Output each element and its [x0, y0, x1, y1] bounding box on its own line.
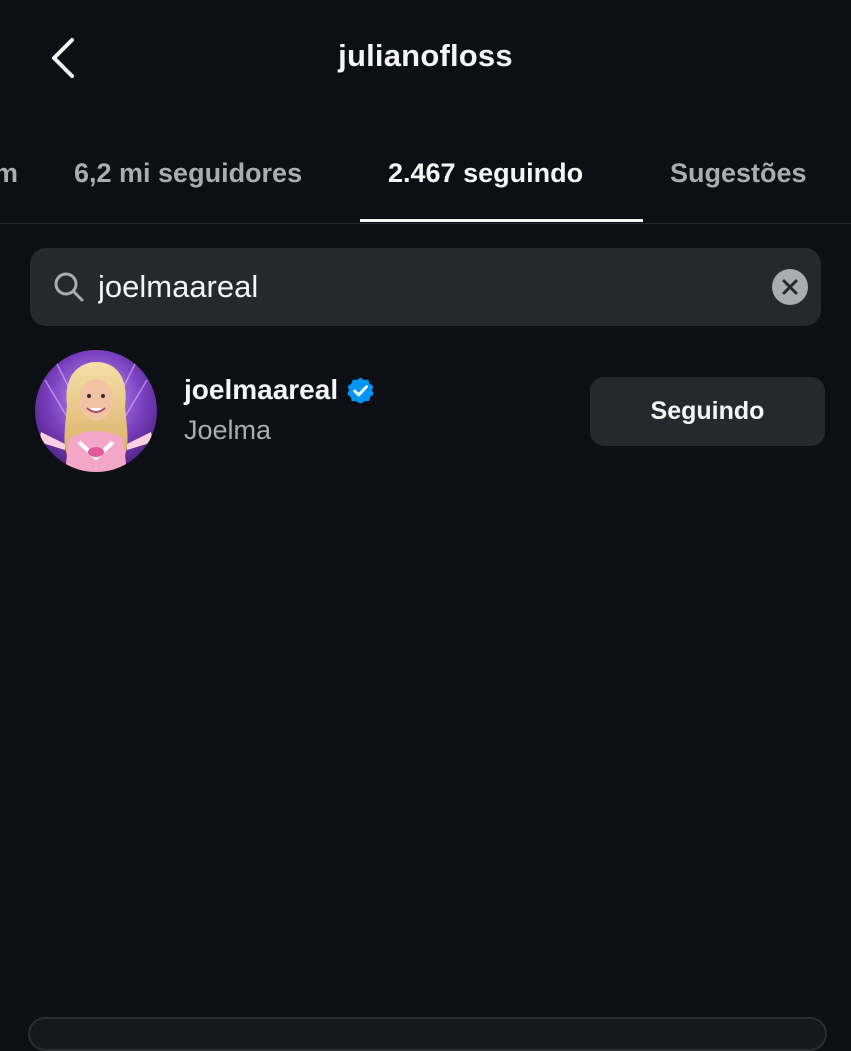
close-icon [782, 279, 798, 295]
verified-badge-icon [346, 376, 375, 405]
page-title: julianofloss [338, 38, 513, 73]
avatar[interactable] [35, 350, 157, 472]
search-bar[interactable] [30, 248, 821, 326]
search-icon [52, 270, 86, 304]
username-line: joelmaareal [184, 374, 375, 406]
tab-partial[interactable]: m [0, 158, 18, 189]
list-item[interactable]: joelmaareal Joelma Seguindo [0, 346, 851, 478]
tab-bar: m 6,2 mi seguidores 2.467 seguindo Suges… [0, 140, 851, 224]
search-input[interactable] [98, 258, 718, 316]
bottom-sheet-handle [28, 1017, 827, 1051]
top-app-bar: julianofloss [0, 0, 851, 118]
tab-followers[interactable]: 6,2 mi seguidores [74, 158, 302, 189]
tab-following[interactable]: 2.467 seguindo [388, 158, 583, 189]
tab-suggestions[interactable]: Sugestões [670, 158, 807, 189]
username[interactable]: joelmaareal [184, 374, 338, 406]
following-button[interactable]: Seguindo [590, 377, 825, 446]
full-name: Joelma [184, 415, 272, 445]
clear-search-button[interactable] [772, 269, 808, 305]
active-tab-indicator [360, 219, 643, 222]
